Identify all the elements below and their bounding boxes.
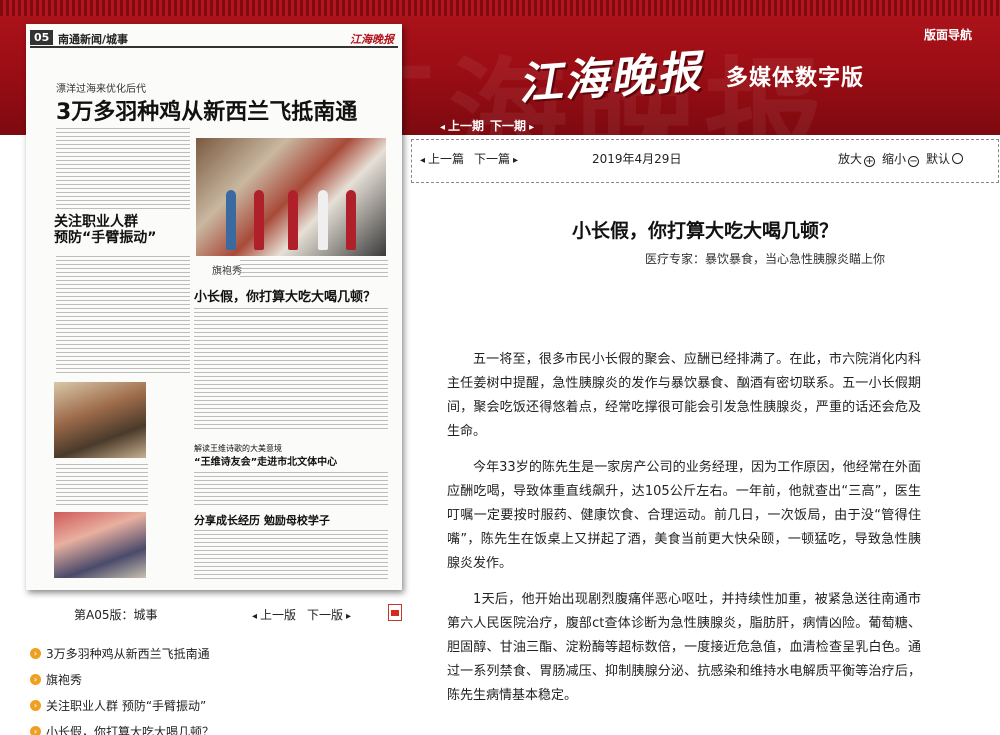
article-link[interactable]: 关注职业人群 预防“手臂振动”: [46, 697, 206, 714]
issue-navigation: 上一期下一期: [440, 117, 540, 134]
list-item[interactable]: › 3万多羽种鸡从新西兰飞抵南通: [30, 640, 214, 666]
bullet-icon: ›: [30, 725, 41, 735]
page-photo-children: [54, 382, 146, 458]
article-content: 小长假，你打算大吃大喝几顿？ 医疗专家：暴饮暴食，当心急性胰腺炎瞄上你 五一将至…: [411, 184, 999, 735]
page-main-headline[interactable]: 3万多羽种鸡从新西兰飞抵南通: [56, 94, 357, 126]
article-paragraph: 五一将至，很多市民小长假的聚会、应酬已经排满了。在此，市六院消化内科主任姜树中提…: [447, 352, 921, 439]
article-paragraph: 今年33岁的陈先生是一家房产公司的业务经理，因为工作原因，他经常在外面应酬吃喝，…: [447, 460, 921, 571]
page-headline-share[interactable]: 分享成长经历 勉励母校学子: [194, 512, 330, 528]
prev-article-link[interactable]: 上一篇: [420, 150, 464, 167]
prev-issue-link[interactable]: 上一期: [440, 119, 484, 133]
page-headline-vibration[interactable]: 关注职业人群 预防“手臂振动”: [54, 214, 156, 246]
bullet-icon: ›: [30, 647, 41, 659]
page-number: 05: [30, 30, 54, 45]
prev-page-link[interactable]: 上一版: [252, 606, 296, 623]
page-headline-holiday[interactable]: 小长假，你打算大吃大喝几顿？: [194, 286, 376, 305]
article-link[interactable]: 小长假，你打算大吃大喝几顿？: [46, 723, 214, 735]
article-link[interactable]: 3万多羽种鸡从新西兰飞抵南通: [46, 645, 210, 662]
page-caption-qipao[interactable]: 旗袍秀: [212, 262, 242, 277]
next-article-link[interactable]: 下一篇: [474, 150, 518, 167]
text-column: [194, 472, 388, 506]
next-page-link[interactable]: 下一版: [307, 606, 351, 623]
circle-icon: [952, 153, 964, 164]
zoom-in-button[interactable]: 放大 +: [838, 150, 876, 167]
article-toolbar: 上一篇 下一篇 2019年4月29日 放大+ 缩小− 默认: [411, 139, 999, 183]
newspaper-page-thumbnail[interactable]: 05 南通新闻/城事 江海晚报 漂洋过海来优化后代 3万多羽种鸡从新西兰飞抵南通…: [26, 24, 402, 590]
list-item[interactable]: › 小长假，你打算大吃大喝几顿？: [30, 718, 214, 735]
page-navigation-link[interactable]: 版面导航: [924, 26, 972, 43]
bullet-icon: ›: [30, 673, 41, 685]
page-kicker: 漂洋过海来优化后代: [56, 84, 146, 95]
page-info-label: 第A05版：城事: [74, 608, 158, 622]
page-brand: 江海晚报: [350, 33, 394, 46]
list-item[interactable]: › 关注职业人群 预防“手臂振动”: [30, 692, 214, 718]
newspaper-logo: 江海晚报: [516, 46, 704, 111]
page-section: 南通新闻/城事: [58, 33, 129, 46]
article-list: › 3万多羽种鸡从新西兰飞抵南通 › 旗袍秀 › 关注职业人群 预防“手臂振动” › 小…: [30, 640, 214, 735]
zoom-out-button[interactable]: 缩小 −: [882, 150, 920, 167]
page-header-bar: 05 南通新闻/城事 江海晚报: [30, 30, 398, 48]
list-item[interactable]: › 旗袍秀: [30, 666, 214, 692]
article-link[interactable]: 旗袍秀: [46, 671, 82, 688]
text-column: [56, 464, 148, 506]
minus-icon: −: [908, 156, 920, 167]
text-column: [240, 260, 388, 278]
text-column: [194, 308, 388, 432]
article-subtitle: 医疗专家：暴饮暴食，当心急性胰腺炎瞄上你: [644, 252, 885, 266]
text-column: [56, 256, 190, 374]
page-photo-students: [54, 512, 146, 578]
left-panel: 05 南通新闻/城事 江海晚报 漂洋过海来优化后代 3万多羽种鸡从新西兰飞抵南通…: [0, 0, 410, 735]
plus-icon: +: [864, 156, 876, 167]
text-column: [194, 530, 388, 582]
issue-date: 2019年4月29日: [592, 152, 682, 166]
zoom-default-button[interactable]: 默认: [926, 150, 964, 167]
article-title: 小长假，你打算大吃大喝几顿？: [571, 220, 838, 242]
text-column: [56, 128, 190, 212]
page-headline-poem[interactable]: 解读王维诗歌的大美意境 “王维诗友会”走进市北文体中心: [194, 442, 337, 470]
article-body: 五一将至，很多市民小长假的聚会、应酬已经排满了。在此，市六院消化内科主任姜树中提…: [447, 348, 921, 720]
next-issue-link[interactable]: 下一期: [490, 119, 534, 133]
bullet-icon: ›: [30, 699, 41, 711]
article-paragraph: 1天后，他开始出现剧烈腹痛伴恶心呕吐，并持续性加重，被紧急送往南通市第六人民医院…: [447, 592, 921, 703]
qipao-photo[interactable]: [196, 138, 386, 256]
pdf-icon[interactable]: [388, 604, 402, 621]
logo-subtitle: 多媒体数字版: [726, 65, 865, 91]
